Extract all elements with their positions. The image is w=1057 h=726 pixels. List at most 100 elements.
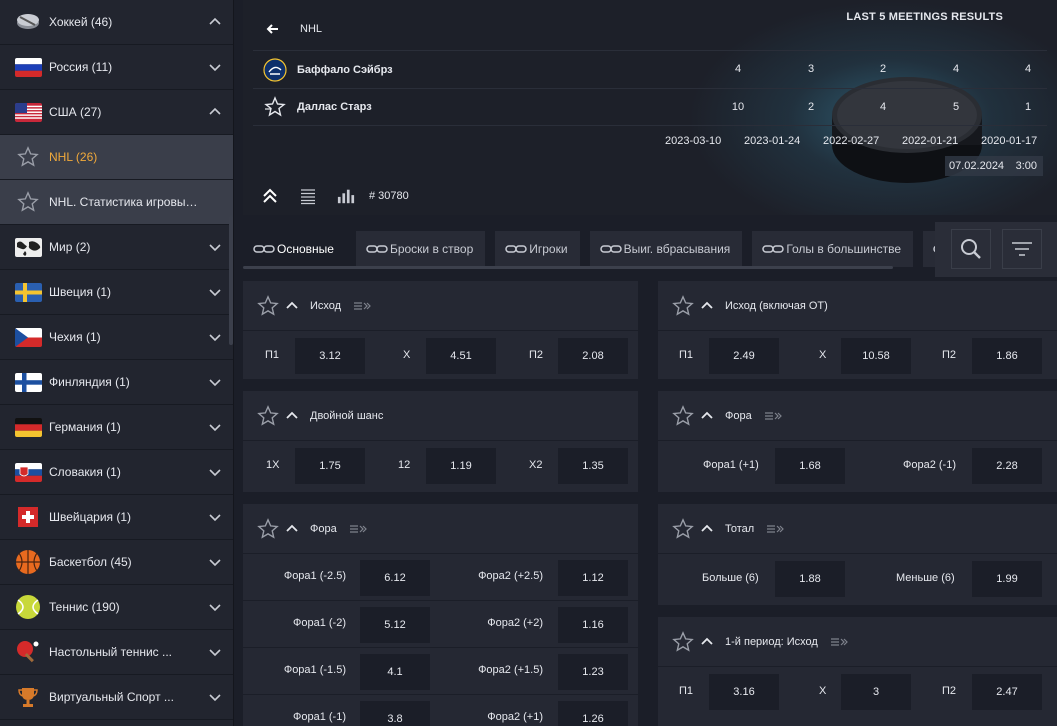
chevron-down-icon xyxy=(209,649,221,657)
chevron-up-icon[interactable] xyxy=(701,410,713,422)
market-tabs: Основные Броски в створ Игроки Выиг. вбр… xyxy=(243,231,935,267)
odds-button[interactable]: 1.99 xyxy=(972,561,1042,597)
odds-label: Х xyxy=(819,685,827,697)
star-icon[interactable] xyxy=(672,294,694,317)
chevron-up-icon[interactable] xyxy=(701,636,713,648)
odds-button[interactable]: 2.49 xyxy=(709,338,779,374)
chevron-down-icon xyxy=(209,64,221,72)
market-title: Тотал xyxy=(725,522,755,535)
sidebar-item-nhl[interactable]: NHL (26) xyxy=(0,135,233,180)
odds-button[interactable]: 1.16 xyxy=(558,607,628,643)
sidebar-item-hockey[interactable]: Хоккей (46) xyxy=(0,0,233,45)
odds-button[interactable]: 3.8 xyxy=(360,701,430,726)
star-icon[interactable] xyxy=(672,404,694,427)
odds-button[interactable]: 1.35 xyxy=(558,448,628,484)
odds-button[interactable]: 1.75 xyxy=(295,448,365,484)
odds-button[interactable]: 3.12 xyxy=(295,338,365,374)
tab-main[interactable]: Основные xyxy=(243,231,346,267)
sidebar-item-slovakia[interactable]: Словакия (1) xyxy=(0,450,233,495)
chevron-up-icon[interactable] xyxy=(701,523,713,535)
tab-faceoffs[interactable]: Выиг. вбрасывания xyxy=(589,231,743,267)
filter-button[interactable] xyxy=(1002,229,1042,269)
match-header: NHL LAST 5 MEETINGS RESULTS Баффало Сэйб… xyxy=(243,0,1057,215)
odds-label: П1 xyxy=(679,685,694,697)
tabs-scrollbar[interactable] xyxy=(243,266,893,269)
odds-button[interactable]: 2.08 xyxy=(558,338,628,374)
list-icon[interactable] xyxy=(299,187,317,205)
sidebar-item-finland[interactable]: Финляндия (1) xyxy=(0,360,233,405)
sidebar-scrollbar[interactable] xyxy=(229,215,233,345)
odds-label: 1Х xyxy=(266,459,280,471)
odds-button[interactable]: 1.23 xyxy=(558,654,628,690)
sidebar-item-russia[interactable]: Россия (11) xyxy=(0,45,233,90)
star-icon[interactable] xyxy=(672,517,694,540)
score-cell: 4 xyxy=(1024,63,1032,75)
statistics-icon[interactable] xyxy=(337,187,355,205)
tab-label: Выиг. вбрасывания xyxy=(623,242,731,256)
sidebar-item-nhl-stats[interactable]: NHL. Статистика игровых... xyxy=(0,180,233,225)
link-icon xyxy=(505,245,527,253)
sidebar-item-germany[interactable]: Германия (1) xyxy=(0,405,233,450)
odds-row: Больше (6) 1.88 Меньше (6) 1.99 xyxy=(658,554,1057,604)
russia-flag-icon xyxy=(14,56,42,78)
odds-button[interactable]: 1.26 xyxy=(558,701,628,726)
odds-button[interactable]: 10.58 xyxy=(841,338,911,374)
star-icon[interactable] xyxy=(14,146,42,168)
odds-button[interactable]: 2.47 xyxy=(972,674,1042,710)
market-card-double-chance: Двойной шанс 1Х 1.75 12 1.19 Х2 1.35 xyxy=(243,391,638,492)
live-stream-icon xyxy=(767,524,785,533)
sidebar-item-sweden[interactable]: Швеция (1) xyxy=(0,270,233,315)
sidebar-item-tennis[interactable]: Теннис (190) xyxy=(0,585,233,630)
sidebar-item-virtual-sport[interactable]: Виртуальный Спорт ... xyxy=(0,675,233,720)
match-time: 3:00 xyxy=(1015,160,1037,172)
match-datetime: 07.02.2024 3:00 xyxy=(945,156,1043,176)
collapse-up-icon[interactable] xyxy=(261,187,279,205)
sidebar-item-usa[interactable]: США (27) xyxy=(0,90,233,135)
odds-button[interactable]: 1.68 xyxy=(775,448,845,484)
sidebar-item-switzerland[interactable]: Швейцария (1) xyxy=(0,495,233,540)
tab-shots-on-target[interactable]: Броски в створ xyxy=(355,231,486,267)
meeting-date: 2022-01-21 xyxy=(902,135,959,147)
odds-button[interactable]: 3.16 xyxy=(709,674,779,710)
chevron-up-icon[interactable] xyxy=(286,410,298,422)
meeting-date: 2023-01-24 xyxy=(744,135,801,147)
finland-flag-icon xyxy=(14,371,42,393)
odds-button[interactable]: 4.1 xyxy=(360,654,430,690)
sidebar-item-label: Баскетбол (45) xyxy=(49,555,132,569)
odds-button[interactable]: 5.12 xyxy=(360,607,430,643)
sidebar-item-czech[interactable]: Чехия (1) xyxy=(0,315,233,360)
sidebar-item-table-tennis[interactable]: Настольный теннис ... xyxy=(0,630,233,675)
tab-powerplay-goals[interactable]: Голы в большинстве xyxy=(752,231,913,267)
odds-button[interactable]: 1.88 xyxy=(775,561,845,597)
back-arrow-icon[interactable] xyxy=(265,22,279,36)
sidebar-item-world[interactable]: Мир (2) xyxy=(0,225,233,270)
market-card-outcome-ot: Исход (включая ОТ) П1 2.49 Х 10.58 П2 1.… xyxy=(658,281,1057,379)
chevron-up-icon[interactable] xyxy=(701,300,713,312)
sidebar-item-label: США (27) xyxy=(49,105,102,119)
odds-button[interactable]: 4.51 xyxy=(426,338,496,374)
odds-button[interactable]: 6.12 xyxy=(360,560,430,596)
star-icon[interactable] xyxy=(257,294,279,317)
odds-button[interactable]: 3 xyxy=(841,674,911,710)
odds-button[interactable]: 1.86 xyxy=(972,338,1042,374)
sidebar-item-label: Россия (11) xyxy=(49,60,113,74)
table-tennis-icon xyxy=(14,641,42,663)
sidebar: Хоккей (46) Россия (11) США (27) NHL (26… xyxy=(0,0,234,726)
star-icon[interactable] xyxy=(257,404,279,427)
market-title: Исход xyxy=(310,299,342,312)
tab-players[interactable]: Игроки xyxy=(495,231,580,267)
market-title: 1-й период: Исход xyxy=(725,635,818,648)
tab-more[interactable] xyxy=(923,231,935,267)
odds-button[interactable]: 2.28 xyxy=(972,448,1042,484)
odds-button[interactable]: 1.12 xyxy=(558,560,628,596)
star-icon[interactable] xyxy=(672,630,694,653)
star-icon[interactable] xyxy=(14,191,42,213)
chevron-up-icon[interactable] xyxy=(286,300,298,312)
star-icon[interactable] xyxy=(257,517,279,540)
league-name[interactable]: NHL xyxy=(300,23,322,35)
live-stream-icon xyxy=(349,524,367,533)
sidebar-item-basketball[interactable]: Баскетбол (45) xyxy=(0,540,233,585)
chevron-up-icon[interactable] xyxy=(286,523,298,535)
odds-button[interactable]: 1.19 xyxy=(426,448,496,484)
search-button[interactable] xyxy=(951,229,991,269)
